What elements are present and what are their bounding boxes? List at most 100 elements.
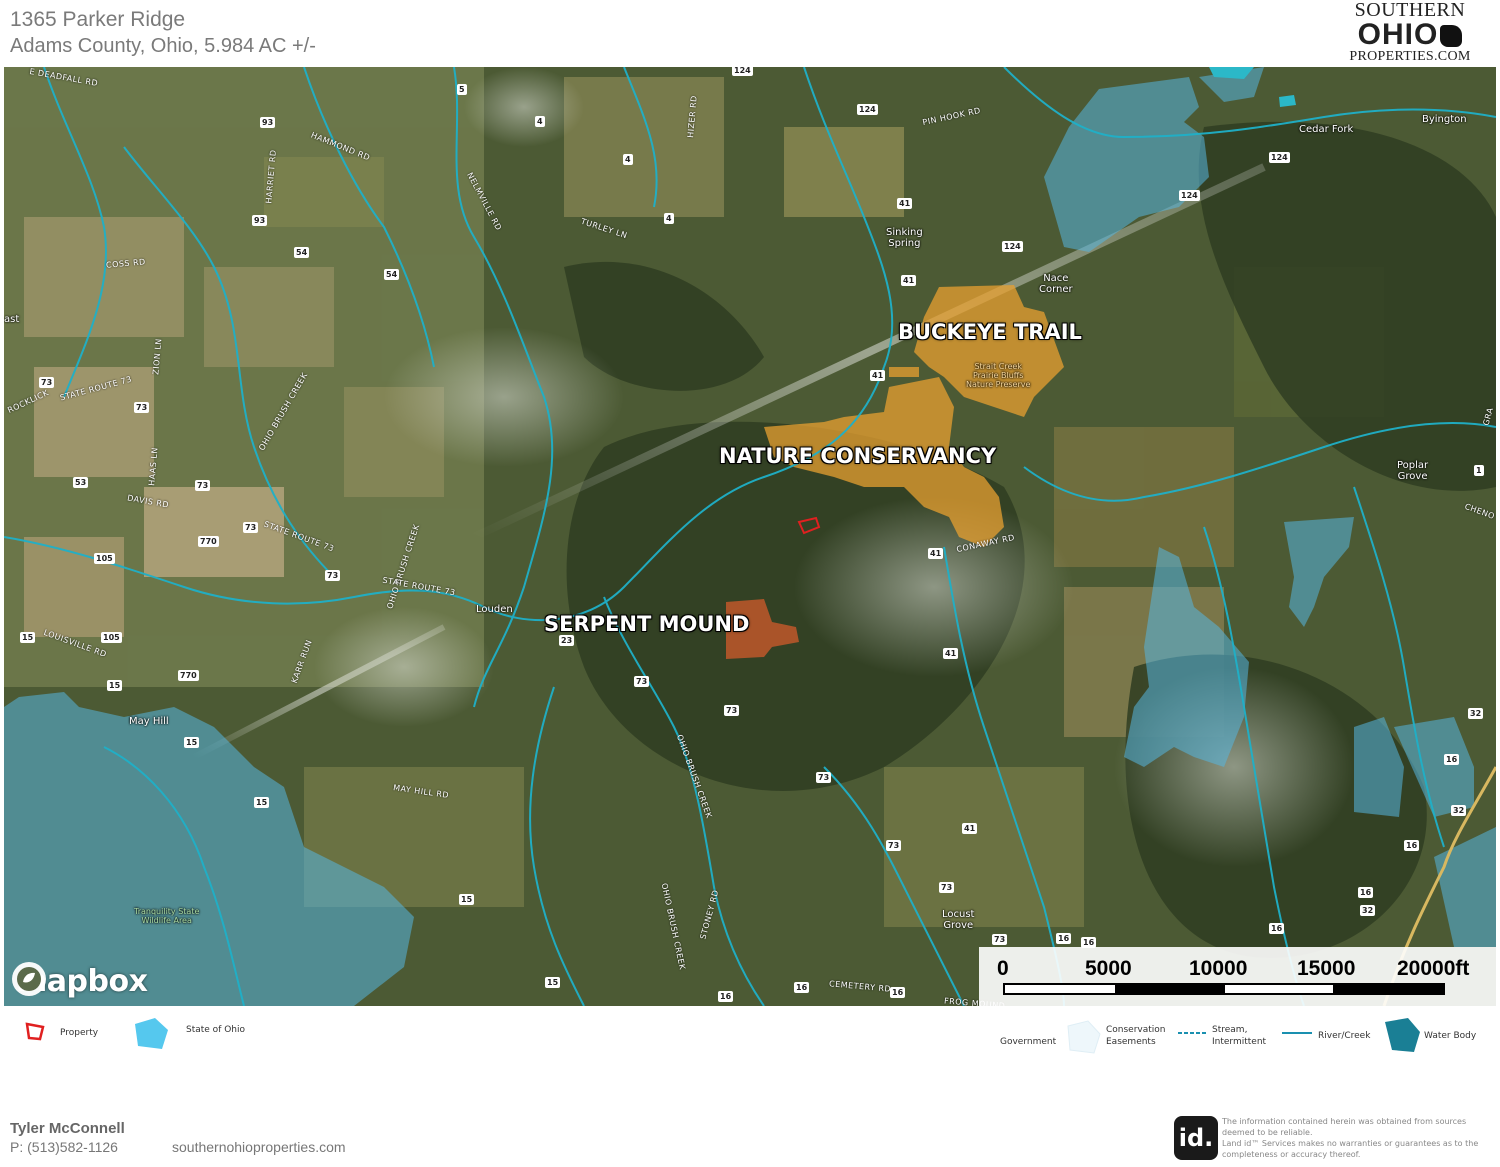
route-shield: 15: [184, 737, 200, 748]
route-shield: 15: [20, 632, 36, 643]
route-shield: 93: [252, 215, 268, 226]
route-shield: 124: [732, 67, 753, 76]
conservation-legend-icon: [1067, 1020, 1101, 1054]
route-shield: 41: [962, 823, 978, 834]
legend-state-of-ohio: State of Ohio: [186, 1025, 246, 1035]
route-shield: 4: [535, 116, 545, 127]
website-link[interactable]: southernohioproperties.com: [172, 1139, 346, 1155]
state-of-ohio-legend-icon: [135, 1018, 168, 1049]
route-shield: 16: [1444, 754, 1460, 765]
route-shield: 15: [545, 977, 561, 988]
place-sinking-spring: Sinking Spring: [886, 227, 923, 249]
route-shield: 4: [664, 213, 674, 224]
route-shield: 54: [294, 247, 310, 258]
route-shield: 15: [107, 680, 123, 691]
route-shield: 124: [857, 104, 878, 115]
route-shield: 73: [39, 377, 55, 388]
scale-bar-graphic: [1003, 983, 1445, 995]
route-shield: 73: [634, 676, 650, 687]
route-shield: 73: [816, 772, 832, 783]
place-louden: Louden: [476, 604, 513, 615]
route-shield: 16: [794, 982, 810, 993]
route-shield: 53: [73, 477, 89, 488]
place-poplar-grove: Poplar Grove: [1397, 460, 1429, 482]
route-shield: 73: [243, 522, 259, 533]
scale-label: 5000: [1085, 957, 1132, 980]
water-body-legend-icon: [1385, 1018, 1420, 1052]
route-shield: 124: [1269, 152, 1290, 163]
route-shield: 23: [559, 635, 575, 646]
route-shield: 770: [178, 670, 199, 681]
disclaimer-text: The information contained herein was obt…: [1222, 1117, 1479, 1159]
route-shield: 16: [1056, 933, 1072, 944]
route-shield: 124: [1002, 241, 1023, 252]
route-shield: 73: [134, 402, 150, 413]
page-subtitle: Adams County, Ohio, 5.984 AC +/-: [10, 35, 316, 57]
route-shield: 16: [890, 987, 906, 998]
agent-phone: P: (513)582-1126: [10, 1139, 118, 1155]
mapbox-logo-icon: [12, 962, 46, 996]
company-logo: SOUTHERN OHIO PROPERTIES.COM: [1345, 0, 1475, 66]
logo-line-1: SOUTHERN: [1354, 0, 1466, 21]
place-byington: Byington: [1422, 114, 1467, 125]
route-shield: 15: [254, 797, 270, 808]
place-east: ast: [4, 314, 20, 325]
ohio-state-icon: [1440, 25, 1463, 47]
route-shield: 54: [384, 269, 400, 280]
property-legend-icon: [25, 1022, 45, 1041]
route-shield: 1: [1474, 465, 1484, 476]
route-shield: 41: [943, 648, 959, 659]
page-title: 1365 Parker Ridge: [10, 8, 186, 31]
route-shield: 93: [260, 117, 276, 128]
agent-name: Tyler McConnell: [10, 1120, 125, 1137]
route-shield: 105: [101, 632, 122, 643]
route-shield: 32: [1468, 708, 1484, 719]
scale-label: 0: [997, 957, 1009, 980]
river-legend-icon: [1282, 1032, 1312, 1034]
route-shield: 73: [886, 840, 902, 851]
legend-government: Government: [1000, 1037, 1057, 1047]
satellite-map[interactable]: BUCKEYE TRAIL NATURE CONSERVANCY SERPENT…: [4, 67, 1496, 1006]
route-shield: 32: [1360, 905, 1376, 916]
route-shield: 41: [870, 370, 886, 381]
legend-water-body: Water Body: [1424, 1031, 1477, 1041]
mapbox-attribution[interactable]: mapbox: [10, 960, 148, 1002]
buckeye-trail-label: BUCKEYE TRAIL: [898, 320, 1082, 344]
route-shield: 73: [724, 705, 740, 716]
legend-river: River/Creek: [1318, 1031, 1371, 1041]
logo-line-3: PROPERTIES.COM: [1349, 49, 1471, 64]
place-may-hill: May Hill: [129, 716, 169, 727]
route-shield: 770: [198, 536, 219, 547]
route-shield: 16: [1404, 840, 1420, 851]
scale-label: 10000: [1189, 957, 1248, 980]
legend-property: Property: [60, 1028, 99, 1038]
route-shield: 73: [325, 570, 341, 581]
route-shield: 41: [897, 198, 913, 209]
scale-bar: 0 5000 10000 15000 20000ft: [979, 947, 1496, 1006]
route-shield: 32: [1451, 805, 1467, 816]
route-shield: 124: [1179, 190, 1200, 201]
scale-label: 20000ft: [1397, 957, 1470, 980]
route-shield: 4: [623, 154, 633, 165]
scale-label: 15000: [1297, 957, 1356, 980]
legend-conservation: Conservation Easements: [1106, 1025, 1166, 1047]
place-tranquility-wildlife: Tranquility State Wildlife Area: [134, 907, 200, 925]
nature-conservancy-label: NATURE CONSERVANCY: [719, 444, 997, 468]
route-shield: 105: [94, 553, 115, 564]
logo-line-2: OHIO: [1345, 20, 1475, 50]
place-cedar-fork: Cedar Fork: [1299, 124, 1354, 135]
route-shield: 16: [1358, 887, 1374, 898]
land-id-logo: id.: [1174, 1116, 1218, 1160]
place-nace-corner: Nace Corner: [1039, 273, 1073, 295]
route-shield: 41: [901, 275, 917, 286]
route-shield: 73: [195, 480, 211, 491]
route-shield: 16: [718, 991, 734, 1002]
route-shield: 41: [928, 548, 944, 559]
place-locust-grove: Locust Grove: [942, 909, 975, 931]
legend-stream: Stream, Intermittent: [1212, 1025, 1267, 1047]
route-shield: 16: [1269, 923, 1285, 934]
route-shield: 73: [939, 882, 955, 893]
map-canvas: [4, 67, 1496, 1006]
route-shield: 15: [459, 894, 475, 905]
route-shield: 5: [457, 84, 467, 95]
